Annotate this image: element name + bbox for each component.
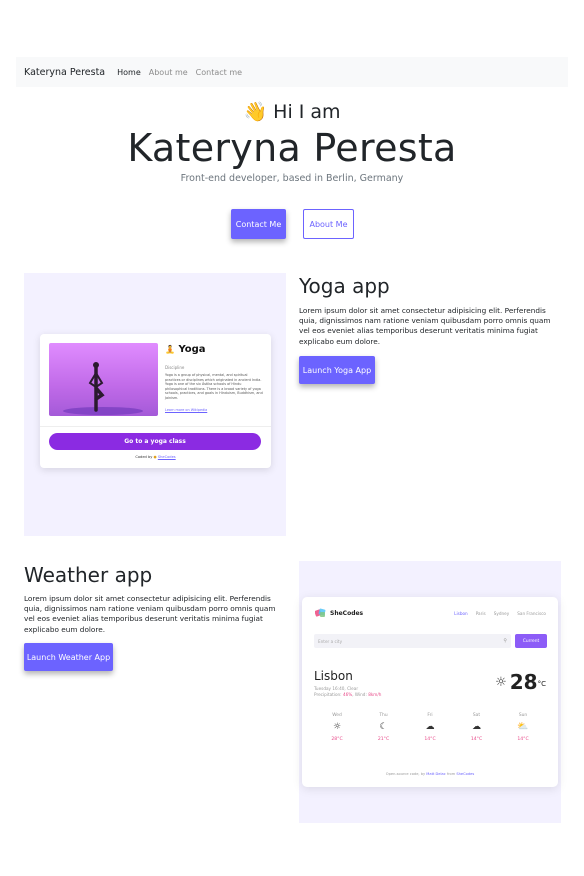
city-search-input[interactable]: Enter a city ⚲ [314, 634, 511, 648]
yoga-wikipedia-link[interactable]: Learn more on Wikipedia [165, 408, 207, 412]
temperature-unit: °C [537, 680, 546, 688]
about-me-button[interactable]: About Me [303, 209, 354, 239]
nav-link-contact[interactable]: Contact me [196, 68, 242, 77]
yoga-project-title: Yoga app [299, 274, 390, 298]
forecast-day: Fri ☁ 14°C [407, 713, 453, 742]
city-link-paris[interactable]: Paris [476, 611, 486, 616]
shecodes-logo-icon [314, 608, 327, 618]
shecodes-link[interactable]: SheCodes [158, 455, 176, 459]
author-link[interactable]: Matt Delac [426, 772, 445, 776]
yoga-pose-illustration [63, 362, 143, 415]
yoga-description: Yoga is a group of physical, mental, and… [165, 373, 263, 400]
weather-preview-card: SheCodes Lisbon Paris Sydney San Francis… [302, 597, 558, 787]
current-temperature: ☼ 28 °C [495, 672, 546, 692]
hero-greeting: 👋 Hi I am [0, 100, 584, 123]
yoga-class-button[interactable]: Go to a yoga class [49, 433, 261, 450]
hero-name: Kateryna Peresta [127, 126, 457, 170]
sun-icon: ☼ [495, 675, 507, 690]
yoga-project-description: Lorem ipsum dolor sit amet consectetur a… [299, 306, 551, 346]
weather-footer: Open-source code, by Matt Delac from She… [385, 772, 475, 776]
launch-weather-app-button[interactable]: Launch Weather App [24, 643, 113, 671]
forecast-day: Thu ☾ 21°C [361, 713, 407, 742]
weather-project-description: Lorem ipsum dolor sit amet consectetur a… [24, 594, 276, 634]
greeting-text: Hi I am [273, 101, 341, 123]
partly-cloudy-icon: ⛅ [517, 722, 529, 732]
yoga-coded-by: Coded by ● SheCodes [135, 455, 176, 459]
navbar-brand[interactable]: Kateryna Peresta [24, 67, 105, 78]
nav-link-about[interactable]: About me [149, 68, 188, 77]
sun-icon: ☼ [332, 722, 342, 732]
shecodes-logo: SheCodes [314, 608, 363, 618]
nav-link-home[interactable]: Home [117, 68, 141, 77]
forecast: Wed ☼ 28°C Thu ☾ 21°C Fri ☁ 14°C Sat ☁ 1… [314, 713, 546, 742]
cloud-icon: ☁ [425, 722, 435, 732]
shecodes-link[interactable]: SheCodes [456, 772, 474, 776]
yoga-image [49, 343, 158, 416]
hero-subtitle: Front-end developer, based in Berlin, Ge… [180, 173, 404, 184]
divider [40, 426, 271, 427]
cloud-icon: ☁ [472, 722, 481, 732]
yoga-discipline: Discipline [165, 365, 185, 370]
yoga-preview-title: 🧘 Yoga [165, 344, 206, 355]
moon-icon: ☾ [379, 722, 388, 732]
city-link-sydney[interactable]: Sydney [494, 611, 510, 616]
navbar: Kateryna Peresta Home About me Contact m… [16, 57, 568, 87]
forecast-day: Wed ☼ 28°C [314, 713, 360, 742]
city-link-lisbon[interactable]: Lisbon [454, 611, 468, 616]
contact-me-button[interactable]: Contact Me [231, 209, 286, 239]
forecast-day: Sat ☁ 14°C [454, 713, 500, 742]
weather-city: Lisbon [314, 669, 353, 683]
heart-icon: ● [153, 455, 157, 459]
wave-icon: 👋 [243, 101, 268, 123]
launch-yoga-app-button[interactable]: Launch Yoga App [299, 356, 375, 384]
search-icon: ⚲ [503, 638, 507, 644]
yoga-preview-card: 🧘 Yoga Discipline Yoga is a group of phy… [40, 334, 271, 468]
temperature-value: 28 [509, 670, 538, 694]
weather-meta: Tuesday 16:40, Clear Precipitation: 46%,… [314, 686, 382, 697]
weather-project-title: Weather app [24, 563, 153, 587]
city-links: Lisbon Paris Sydney San Francisco [454, 611, 546, 616]
current-location-button[interactable]: Current [515, 634, 547, 648]
city-link-san-francisco[interactable]: San Francisco [517, 611, 546, 616]
forecast-day: Sun ⛅ 14°C [500, 713, 546, 742]
yoga-person-icon: 🧘 [165, 345, 175, 354]
